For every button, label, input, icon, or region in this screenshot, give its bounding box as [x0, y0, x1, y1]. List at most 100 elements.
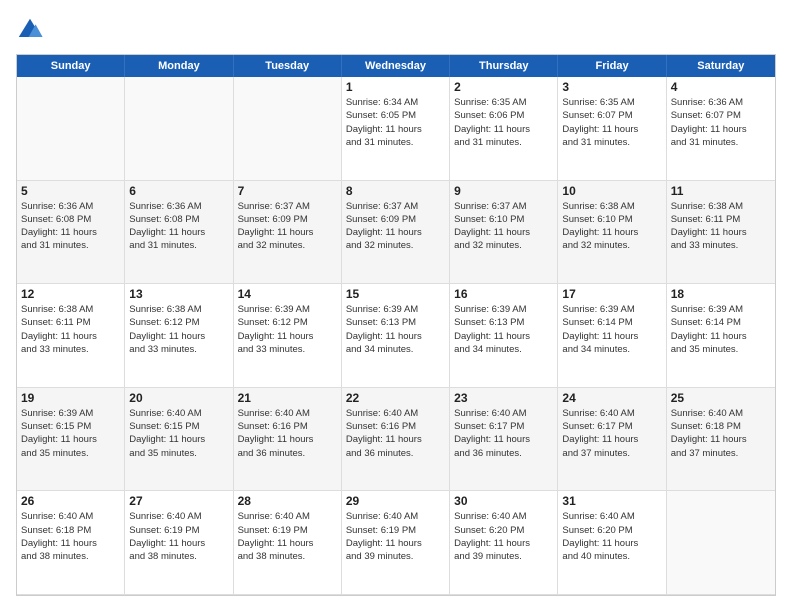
weekday-header: Sunday	[17, 55, 125, 77]
calendar-cell: 8 Sunrise: 6:37 AMSunset: 6:09 PMDaylight…	[342, 181, 450, 285]
logo-icon	[16, 16, 44, 44]
calendar-cell: 24Sunrise: 6:40 AMSunset: 6:17 PMDayligh…	[558, 388, 666, 492]
day-number: 7	[238, 184, 337, 198]
day-number: 25	[671, 391, 771, 405]
day-info: Sunrise: 6:39 AMSunset: 6:13 PMDaylight:…	[346, 303, 445, 356]
day-info: Sunrise: 6:40 AMSunset: 6:20 PMDaylight:…	[562, 510, 661, 563]
day-info: Sunrise: 6:38 AMSunset: 6:11 PMDaylight:…	[21, 303, 120, 356]
day-info: Sunrise: 6:39 AMSunset: 6:14 PMDaylight:…	[562, 303, 661, 356]
calendar-header: SundayMondayTuesdayWednesdayThursdayFrid…	[17, 55, 775, 77]
day-number: 24	[562, 391, 661, 405]
day-info: Sunrise: 6:39 AMSunset: 6:13 PMDaylight:…	[454, 303, 553, 356]
day-number: 11	[671, 184, 771, 198]
day-number: 31	[562, 494, 661, 508]
calendar-cell: 13 Sunrise: 6:38 AMSunset: 6:12 PMDayligh…	[125, 284, 233, 388]
calendar-cell: 15 Sunrise: 6:39 AMSunset: 6:13 PMDayligh…	[342, 284, 450, 388]
day-number: 20	[129, 391, 228, 405]
day-info: Sunrise: 6:40 AMSunset: 6:16 PMDaylight:…	[238, 407, 337, 460]
day-info: Sunrise: 6:40 AMSunset: 6:17 PMDaylight:…	[454, 407, 553, 460]
day-info: Sunrise: 6:39 AMSunset: 6:14 PMDaylight:…	[671, 303, 771, 356]
day-info: Sunrise: 6:38 AMSunset: 6:11 PMDaylight:…	[671, 200, 771, 253]
day-info: Sunrise: 6:40 AMSunset: 6:16 PMDaylight:…	[346, 407, 445, 460]
day-info: Sunrise: 6:39 AMSunset: 6:12 PMDaylight:…	[238, 303, 337, 356]
calendar-cell: 4 Sunrise: 6:36 AMSunset: 6:07 PMDaylight…	[667, 77, 775, 181]
calendar: SundayMondayTuesdayWednesdayThursdayFrid…	[16, 54, 776, 596]
day-number: 5	[21, 184, 120, 198]
weekday-header: Wednesday	[342, 55, 450, 77]
calendar-cell: 29 Sunrise: 6:40 AMSunset: 6:19 PMDayligh…	[342, 491, 450, 595]
weekday-header: Tuesday	[234, 55, 342, 77]
day-number: 22	[346, 391, 445, 405]
header	[16, 16, 776, 44]
day-number: 8	[346, 184, 445, 198]
day-info: Sunrise: 6:36 AMSunset: 6:08 PMDaylight:…	[129, 200, 228, 253]
day-number: 23	[454, 391, 553, 405]
day-info: Sunrise: 6:37 AMSunset: 6:09 PMDaylight:…	[346, 200, 445, 253]
calendar-cell: 26 Sunrise: 6:40 AMSunset: 6:18 PMDayligh…	[17, 491, 125, 595]
calendar-cell: 23 Sunrise: 6:40 AMSunset: 6:17 PMDayligh…	[450, 388, 558, 492]
day-number: 9	[454, 184, 553, 198]
calendar-cell: 12 Sunrise: 6:38 AMSunset: 6:11 PMDayligh…	[17, 284, 125, 388]
day-info: Sunrise: 6:35 AMSunset: 6:07 PMDaylight:…	[562, 96, 661, 149]
day-info: Sunrise: 6:38 AMSunset: 6:12 PMDaylight:…	[129, 303, 228, 356]
day-info: Sunrise: 6:37 AMSunset: 6:10 PMDaylight:…	[454, 200, 553, 253]
day-number: 16	[454, 287, 553, 301]
logo	[16, 16, 48, 44]
day-number: 27	[129, 494, 228, 508]
day-number: 6	[129, 184, 228, 198]
page: SundayMondayTuesdayWednesdayThursdayFrid…	[0, 0, 792, 612]
day-number: 12	[21, 287, 120, 301]
calendar-cell	[234, 77, 342, 181]
calendar-cell: 27 Sunrise: 6:40 AMSunset: 6:19 PMDayligh…	[125, 491, 233, 595]
day-info: Sunrise: 6:36 AMSunset: 6:07 PMDaylight:…	[671, 96, 771, 149]
calendar-cell: 22 Sunrise: 6:40 AMSunset: 6:16 PMDayligh…	[342, 388, 450, 492]
day-info: Sunrise: 6:40 AMSunset: 6:18 PMDaylight:…	[21, 510, 120, 563]
day-number: 14	[238, 287, 337, 301]
calendar-cell: 28Sunrise: 6:40 AMSunset: 6:19 PMDayligh…	[234, 491, 342, 595]
calendar-cell: 20 Sunrise: 6:40 AMSunset: 6:15 PMDayligh…	[125, 388, 233, 492]
weekday-header: Saturday	[667, 55, 775, 77]
weekday-header: Friday	[558, 55, 666, 77]
day-info: Sunrise: 6:39 AMSunset: 6:15 PMDaylight:…	[21, 407, 120, 460]
calendar-cell: 11 Sunrise: 6:38 AMSunset: 6:11 PMDayligh…	[667, 181, 775, 285]
calendar-cell	[17, 77, 125, 181]
day-number: 21	[238, 391, 337, 405]
calendar-cell: 31 Sunrise: 6:40 AMSunset: 6:20 PMDayligh…	[558, 491, 666, 595]
day-number: 1	[346, 80, 445, 94]
day-info: Sunrise: 6:37 AMSunset: 6:09 PMDaylight:…	[238, 200, 337, 253]
day-number: 28	[238, 494, 337, 508]
calendar-cell: 17Sunrise: 6:39 AMSunset: 6:14 PMDayligh…	[558, 284, 666, 388]
day-number: 2	[454, 80, 553, 94]
calendar-cell: 30Sunrise: 6:40 AMSunset: 6:20 PMDayligh…	[450, 491, 558, 595]
day-number: 10	[562, 184, 661, 198]
weekday-header: Thursday	[450, 55, 558, 77]
day-number: 13	[129, 287, 228, 301]
day-info: Sunrise: 6:40 AMSunset: 6:20 PMDaylight:…	[454, 510, 553, 563]
calendar-grid: 1Sunrise: 6:34 AMSunset: 6:05 PMDaylight…	[17, 77, 775, 595]
day-number: 4	[671, 80, 771, 94]
calendar-cell: 16 Sunrise: 6:39 AMSunset: 6:13 PMDayligh…	[450, 284, 558, 388]
weekday-header: Monday	[125, 55, 233, 77]
calendar-cell: 2 Sunrise: 6:35 AMSunset: 6:06 PMDaylight…	[450, 77, 558, 181]
calendar-cell	[667, 491, 775, 595]
day-info: Sunrise: 6:40 AMSunset: 6:15 PMDaylight:…	[129, 407, 228, 460]
calendar-cell	[125, 77, 233, 181]
calendar-cell: 9 Sunrise: 6:37 AMSunset: 6:10 PMDaylight…	[450, 181, 558, 285]
calendar-cell: 14 Sunrise: 6:39 AMSunset: 6:12 PMDayligh…	[234, 284, 342, 388]
day-info: Sunrise: 6:40 AMSunset: 6:19 PMDaylight:…	[346, 510, 445, 563]
day-number: 29	[346, 494, 445, 508]
calendar-cell: 5Sunrise: 6:36 AMSunset: 6:08 PMDaylight…	[17, 181, 125, 285]
calendar-cell: 6 Sunrise: 6:36 AMSunset: 6:08 PMDaylight…	[125, 181, 233, 285]
day-number: 26	[21, 494, 120, 508]
calendar-cell: 3 Sunrise: 6:35 AMSunset: 6:07 PMDaylight…	[558, 77, 666, 181]
day-number: 15	[346, 287, 445, 301]
calendar-cell: 10 Sunrise: 6:38 AMSunset: 6:10 PMDayligh…	[558, 181, 666, 285]
day-number: 3	[562, 80, 661, 94]
calendar-cell: 25Sunrise: 6:40 AMSunset: 6:18 PMDayligh…	[667, 388, 775, 492]
calendar-cell: 18Sunrise: 6:39 AMSunset: 6:14 PMDayligh…	[667, 284, 775, 388]
calendar-cell: 21 Sunrise: 6:40 AMSunset: 6:16 PMDayligh…	[234, 388, 342, 492]
day-info: Sunrise: 6:40 AMSunset: 6:19 PMDaylight:…	[129, 510, 228, 563]
day-info: Sunrise: 6:35 AMSunset: 6:06 PMDaylight:…	[454, 96, 553, 149]
calendar-cell: 19Sunrise: 6:39 AMSunset: 6:15 PMDayligh…	[17, 388, 125, 492]
day-info: Sunrise: 6:38 AMSunset: 6:10 PMDaylight:…	[562, 200, 661, 253]
